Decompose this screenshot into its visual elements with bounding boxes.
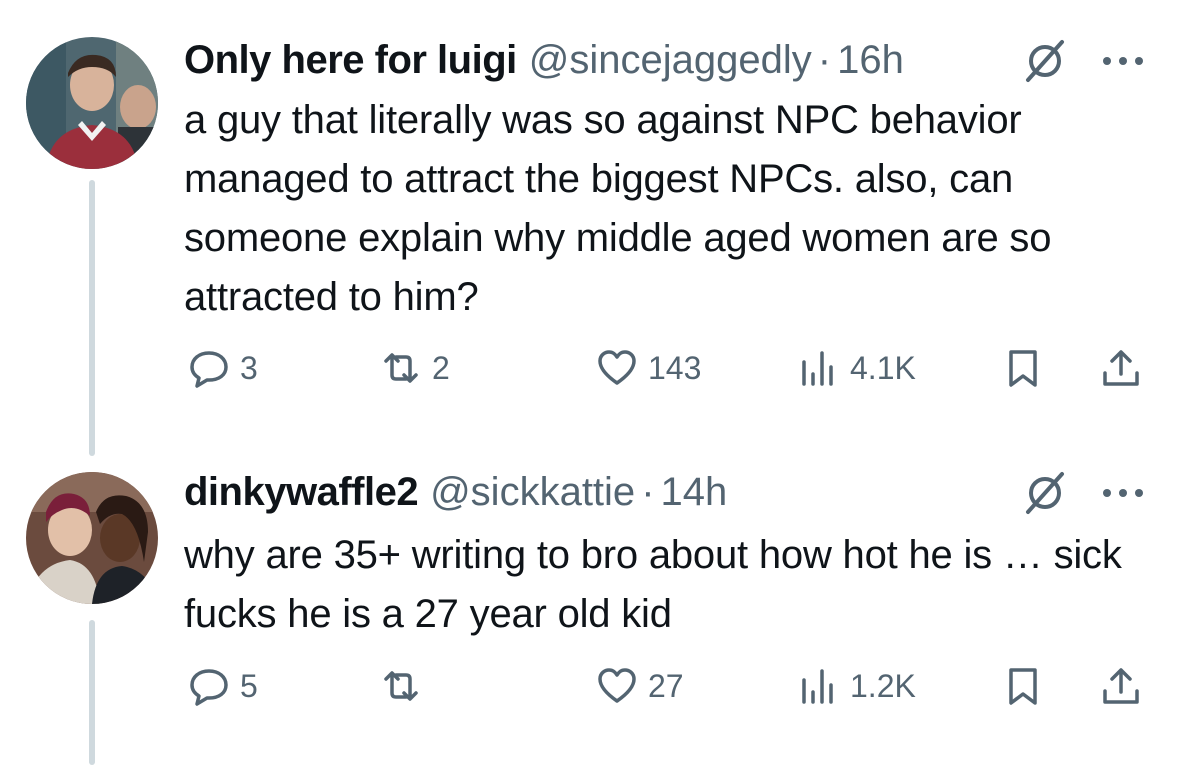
tweet[interactable]: Only here for luigi @sincejaggedly · 16h… xyxy=(0,0,1179,456)
avatar[interactable] xyxy=(26,37,158,169)
grok-icon[interactable] xyxy=(1022,38,1068,84)
views-button[interactable]: 1.2K xyxy=(798,661,916,711)
share-icon xyxy=(1103,350,1139,386)
repost-button[interactable]: 2 xyxy=(380,343,450,393)
bookmark-icon xyxy=(1009,668,1037,705)
tweet-header: dinkywaffle2 @sickkattie · 14h xyxy=(184,466,1149,518)
share-icon xyxy=(1103,668,1139,704)
action-bar: 3 2 143 4.1K xyxy=(184,343,1149,393)
thread-line xyxy=(89,620,95,765)
action-bar: 5 27 1.2K xyxy=(184,661,1149,711)
avatar[interactable] xyxy=(26,472,158,604)
bookmark-icon xyxy=(1009,350,1037,387)
share-button[interactable] xyxy=(1100,343,1142,393)
share-button[interactable] xyxy=(1100,661,1142,711)
bookmark-button[interactable] xyxy=(1002,661,1044,711)
thread-line xyxy=(89,180,95,456)
heart-icon xyxy=(598,668,636,703)
like-button[interactable]: 143 xyxy=(596,343,701,393)
reply-count: 3 xyxy=(240,349,258,386)
more-icon[interactable] xyxy=(1100,486,1146,500)
like-count: 143 xyxy=(648,349,702,386)
views-count: 1.2K xyxy=(850,667,916,704)
timestamp[interactable]: 14h xyxy=(661,470,728,515)
display-name[interactable]: dinkywaffle2 xyxy=(184,470,419,515)
reply-icon xyxy=(190,669,228,706)
tweet-header: Only here for luigi @sincejaggedly · 16h xyxy=(184,34,1149,86)
separator-dot: · xyxy=(641,469,655,514)
views-button[interactable]: 4.1K xyxy=(798,343,916,393)
repost-icon xyxy=(384,671,418,701)
user-handle[interactable]: @sincejaggedly xyxy=(529,38,812,83)
repost-count: 2 xyxy=(432,349,450,386)
reply-button[interactable]: 3 xyxy=(188,343,258,393)
display-name[interactable]: Only here for luigi xyxy=(184,38,517,83)
tweet-text: a guy that literally was so against NPC … xyxy=(184,98,1052,319)
more-icon[interactable] xyxy=(1100,54,1146,68)
views-icon xyxy=(802,351,833,386)
grok-icon[interactable] xyxy=(1022,470,1068,516)
separator-dot: · xyxy=(817,37,832,82)
repost-button[interactable] xyxy=(380,661,432,711)
reply-icon xyxy=(190,351,228,388)
like-button[interactable]: 27 xyxy=(596,661,684,711)
views-icon xyxy=(802,669,833,704)
reply-button[interactable]: 5 xyxy=(188,661,258,711)
bookmark-button[interactable] xyxy=(1002,343,1044,393)
like-count: 27 xyxy=(648,667,684,704)
tweet[interactable]: dinkywaffle2 @sickkattie · 14h why are 3… xyxy=(0,440,1179,765)
reply-count: 5 xyxy=(240,667,258,704)
heart-icon xyxy=(598,350,636,385)
user-handle[interactable]: @sickkattie xyxy=(430,470,635,515)
repost-icon xyxy=(384,353,418,383)
timestamp[interactable]: 16h xyxy=(837,38,904,83)
views-count: 4.1K xyxy=(850,349,916,386)
tweet-text: why are 35+ writing to bro about how hot… xyxy=(184,533,1122,636)
